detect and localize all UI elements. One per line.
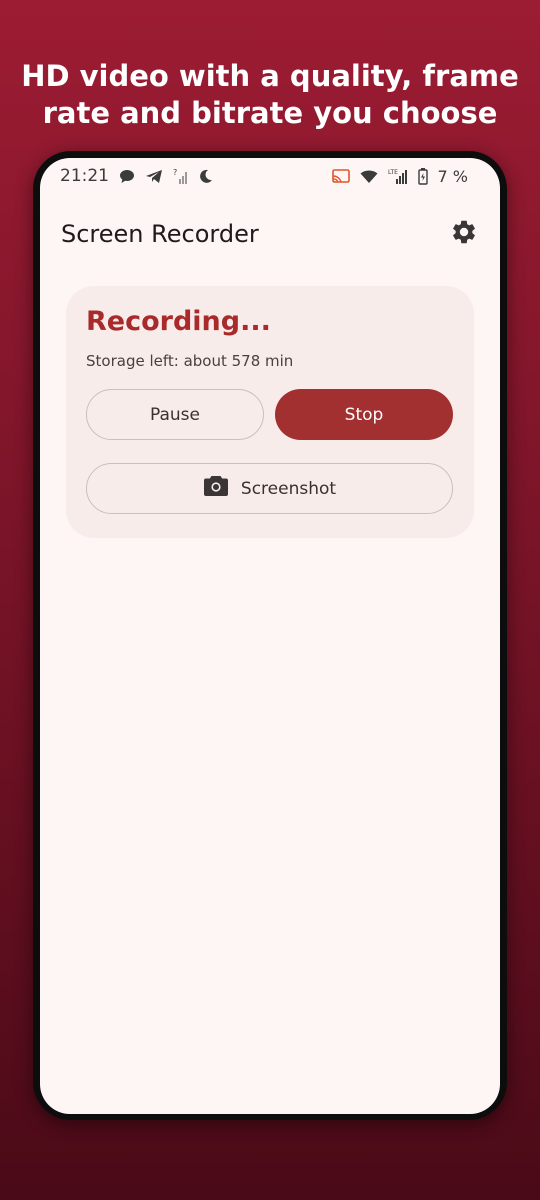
- status-time: 21:21: [60, 166, 109, 186]
- battery-percent: 7 %: [437, 166, 468, 186]
- pause-button-label: Pause: [150, 404, 200, 425]
- stop-button[interactable]: Stop: [275, 389, 453, 440]
- recording-status-title: Recording...: [86, 306, 271, 337]
- svg-text:?: ?: [173, 168, 177, 177]
- wifi-icon: [360, 169, 378, 184]
- cast-icon: [331, 168, 350, 184]
- battery-icon: [417, 167, 428, 185]
- recording-card: Recording... Storage left: about 578 min…: [66, 286, 474, 538]
- moon-icon: [198, 169, 213, 184]
- app-bar: Screen Recorder: [40, 214, 500, 254]
- screenshot-button[interactable]: Screenshot: [86, 463, 453, 514]
- screenshot-button-label: Screenshot: [240, 478, 337, 499]
- status-bar: 21:21 ? LTE 7 %: [40, 158, 500, 194]
- stop-button-label: Stop: [344, 404, 384, 425]
- gear-icon[interactable]: [450, 218, 478, 250]
- pause-button[interactable]: Pause: [86, 389, 264, 440]
- promo-line-2: rate and bitrate you choose: [42, 96, 498, 130]
- promo-headline: HD video with a quality, frame rate and …: [0, 58, 540, 132]
- storage-left-text: Storage left: about 578 min: [86, 352, 294, 370]
- camera-icon: [203, 475, 229, 502]
- no-signal-icon: ?: [173, 168, 188, 184]
- app-title: Screen Recorder: [61, 220, 259, 248]
- svg-text:LTE: LTE: [388, 169, 398, 176]
- lte-signal-icon: LTE: [388, 168, 408, 184]
- chat-bubble-icon: [119, 169, 135, 184]
- telegram-icon: [145, 169, 163, 184]
- phone-screen: 21:21 ? LTE 7 % Screen Recorder Recordin…: [40, 158, 500, 1114]
- promo-line-1: HD video with a quality, frame: [21, 59, 519, 93]
